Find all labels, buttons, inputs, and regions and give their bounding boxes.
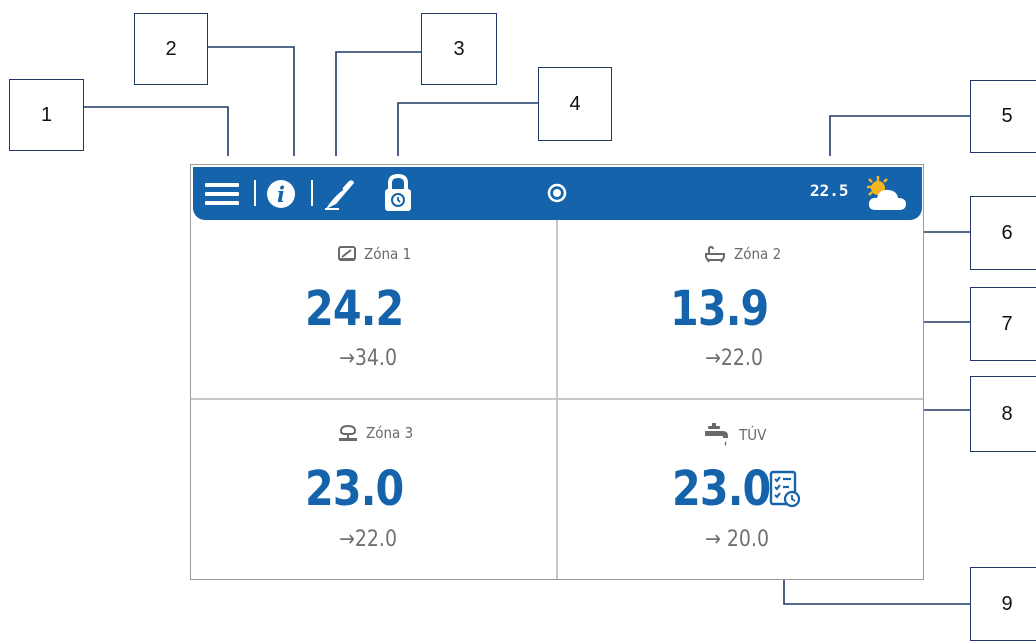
kitchen-icon xyxy=(339,424,357,441)
partly-sunny-icon xyxy=(862,174,910,214)
callout-9: 9 xyxy=(970,567,1036,641)
zone-2-title[interactable]: Zóna 2 xyxy=(704,245,781,263)
hamburger-menu-icon[interactable] xyxy=(204,180,240,208)
zone-2-name: Zóna 2 xyxy=(734,245,782,263)
zone-3-temperature: 23.0 xyxy=(305,461,404,517)
callout-4: 4 xyxy=(538,67,612,141)
zone-2-temperature: 13.9 xyxy=(670,281,769,337)
grid-divider-vertical xyxy=(556,220,558,579)
zone-1-title[interactable]: Zóna 1 xyxy=(338,245,411,263)
zone-3-title[interactable]: Zóna 3 xyxy=(338,424,413,442)
bathtub-icon xyxy=(705,245,725,263)
separator xyxy=(254,180,256,206)
callout-5: 5 xyxy=(970,80,1036,153)
tuv-temperature: 23.0 xyxy=(672,461,771,517)
info-icon[interactable]: i xyxy=(265,178,297,210)
schedule-icon[interactable] xyxy=(768,469,802,509)
outdoor-temperature: 22.5 xyxy=(810,181,849,200)
callout-6: 6 xyxy=(970,196,1036,270)
separator xyxy=(311,180,313,206)
callout-3: 3 xyxy=(421,13,497,85)
zone-1-temperature: 24.2 xyxy=(305,281,404,337)
callout-7: 7 xyxy=(970,287,1036,361)
callout-2: 2 xyxy=(134,13,208,85)
svg-text:i: i xyxy=(277,182,285,207)
pencil-icon[interactable] xyxy=(322,176,358,212)
zone-3-setpoint: →22.0 xyxy=(339,527,397,552)
tuv-title[interactable]: TÚV xyxy=(703,421,766,449)
zone-3-name: Zóna 3 xyxy=(366,424,414,442)
zone-2-setpoint: →22.0 xyxy=(705,346,763,371)
grid-divider-horizontal xyxy=(191,398,923,400)
callout-8: 8 xyxy=(970,376,1036,452)
zone-1-setpoint: →34.0 xyxy=(339,346,397,371)
faucet-icon xyxy=(705,423,728,446)
radio-dot-icon xyxy=(546,182,568,204)
zone-1-name: Zóna 1 xyxy=(364,245,412,263)
callout-1: 1 xyxy=(9,79,84,151)
tuv-name: TÚV xyxy=(739,426,767,444)
lock-icon[interactable] xyxy=(380,172,416,214)
tuv-setpoint: → 20.0 xyxy=(705,527,770,552)
floor-heating-icon xyxy=(338,246,356,261)
